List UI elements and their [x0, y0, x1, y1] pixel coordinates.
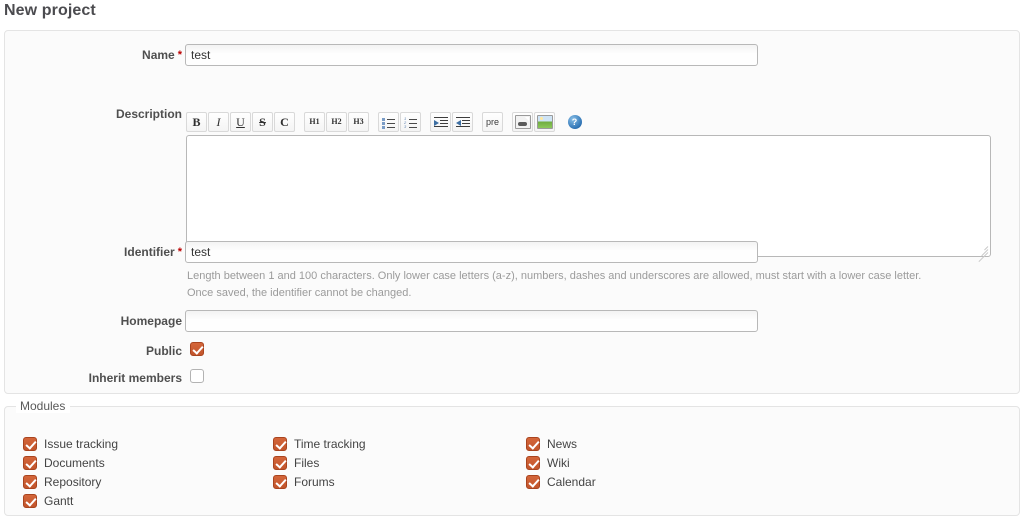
image-icon: [536, 115, 553, 129]
modules-column-2: Time tracking Files Forums: [273, 434, 366, 491]
module-item[interactable]: Time tracking: [273, 434, 366, 453]
module-checkbox[interactable]: [23, 474, 37, 489]
help-icon[interactable]: ?: [564, 112, 585, 132]
inherit-members-label: Inherit members: [88, 371, 182, 385]
link-icon: [514, 115, 531, 129]
identifier-hint-line-1: Length between 1 and 100 characters. Onl…: [187, 270, 922, 282]
module-item[interactable]: News: [526, 434, 596, 453]
module-item[interactable]: Repository: [23, 472, 118, 491]
module-checkbox[interactable]: [273, 436, 287, 451]
link-icon[interactable]: [512, 112, 533, 132]
heading-3-button[interactable]: H3: [348, 112, 369, 132]
module-item[interactable]: Gantt: [23, 491, 118, 510]
module-item[interactable]: Forums: [273, 472, 366, 491]
name-label: Name *: [142, 48, 182, 62]
module-checkbox[interactable]: [526, 436, 540, 451]
identifier-input[interactable]: [185, 241, 758, 263]
unordered-list-button[interactable]: [378, 112, 399, 132]
heading-2-button[interactable]: H2: [326, 112, 347, 132]
indent-button[interactable]: [430, 112, 451, 132]
module-checkbox[interactable]: [526, 474, 540, 489]
bold-button[interactable]: B: [186, 112, 207, 132]
public-checkbox[interactable]: [190, 342, 204, 356]
module-item[interactable]: Issue tracking: [23, 434, 118, 453]
modules-column-3: News Wiki Calendar: [526, 434, 596, 491]
description-textarea[interactable]: [186, 135, 991, 257]
homepage-label: Homepage: [120, 314, 182, 328]
bulleted-list-icon: [382, 117, 395, 129]
homepage-input[interactable]: [185, 310, 758, 332]
module-item[interactable]: Calendar: [526, 472, 596, 491]
module-checkbox[interactable]: [23, 436, 37, 451]
outdent-icon: [455, 116, 470, 128]
description-toolbar: B I U S C H1 H2 H3 1 2 3 pre?: [186, 112, 585, 132]
module-checkbox[interactable]: [23, 455, 37, 470]
modules-column-1: Issue tracking Documents Repository Gantt: [23, 434, 118, 510]
required-asterisk: *: [177, 49, 182, 61]
page-title: New project: [4, 2, 96, 19]
inherit-members-checkbox[interactable]: [190, 369, 204, 383]
italic-button[interactable]: I: [208, 112, 229, 132]
module-item[interactable]: Files: [273, 453, 366, 472]
module-label: Issue tracking: [44, 436, 119, 451]
modules-panel: Modules Issue tracking Documents Repositor…: [4, 399, 1020, 516]
help-icon: ?: [567, 115, 582, 129]
module-label: Forums: [294, 474, 335, 489]
module-label: Gantt: [44, 493, 74, 508]
name-input[interactable]: [185, 44, 758, 66]
description-label: Description: [115, 107, 182, 121]
module-label: Documents: [44, 455, 105, 470]
ordered-list-button[interactable]: 123: [400, 112, 421, 132]
required-asterisk: *: [177, 246, 182, 258]
underline-button[interactable]: U: [230, 112, 251, 132]
module-label: Calendar: [547, 474, 596, 489]
outdent-button[interactable]: [452, 112, 473, 132]
module-checkbox[interactable]: [526, 455, 540, 470]
strikethrough-button[interactable]: S: [252, 112, 273, 132]
indent-icon: [433, 116, 448, 128]
image-icon[interactable]: [534, 112, 555, 132]
module-label: Time tracking: [294, 436, 366, 451]
identifier-hint-line-2: Once saved, the identifier cannot be cha…: [187, 287, 412, 299]
identifier-label: Identifier *: [124, 245, 182, 259]
heading-1-button[interactable]: H1: [304, 112, 325, 132]
module-item[interactable]: Wiki: [526, 453, 596, 472]
numbered-list-icon: 123: [404, 116, 417, 128]
project-form-panel: Name* Description BIUSC H1H2H3 123 pre? Ide…: [4, 30, 1020, 394]
module-checkbox[interactable]: [23, 493, 37, 508]
preformatted-button[interactable]: pre: [482, 112, 503, 132]
module-label: Wiki: [547, 455, 570, 470]
module-item[interactable]: Documents: [23, 453, 118, 472]
modules-legend: Modules: [16, 399, 71, 413]
public-label: Public: [145, 344, 182, 358]
code-button[interactable]: C: [274, 112, 295, 132]
module-label: Files: [294, 455, 320, 470]
module-label: Repository: [44, 474, 102, 489]
module-checkbox[interactable]: [273, 474, 287, 489]
module-checkbox[interactable]: [273, 455, 287, 470]
module-label: News: [547, 436, 578, 451]
